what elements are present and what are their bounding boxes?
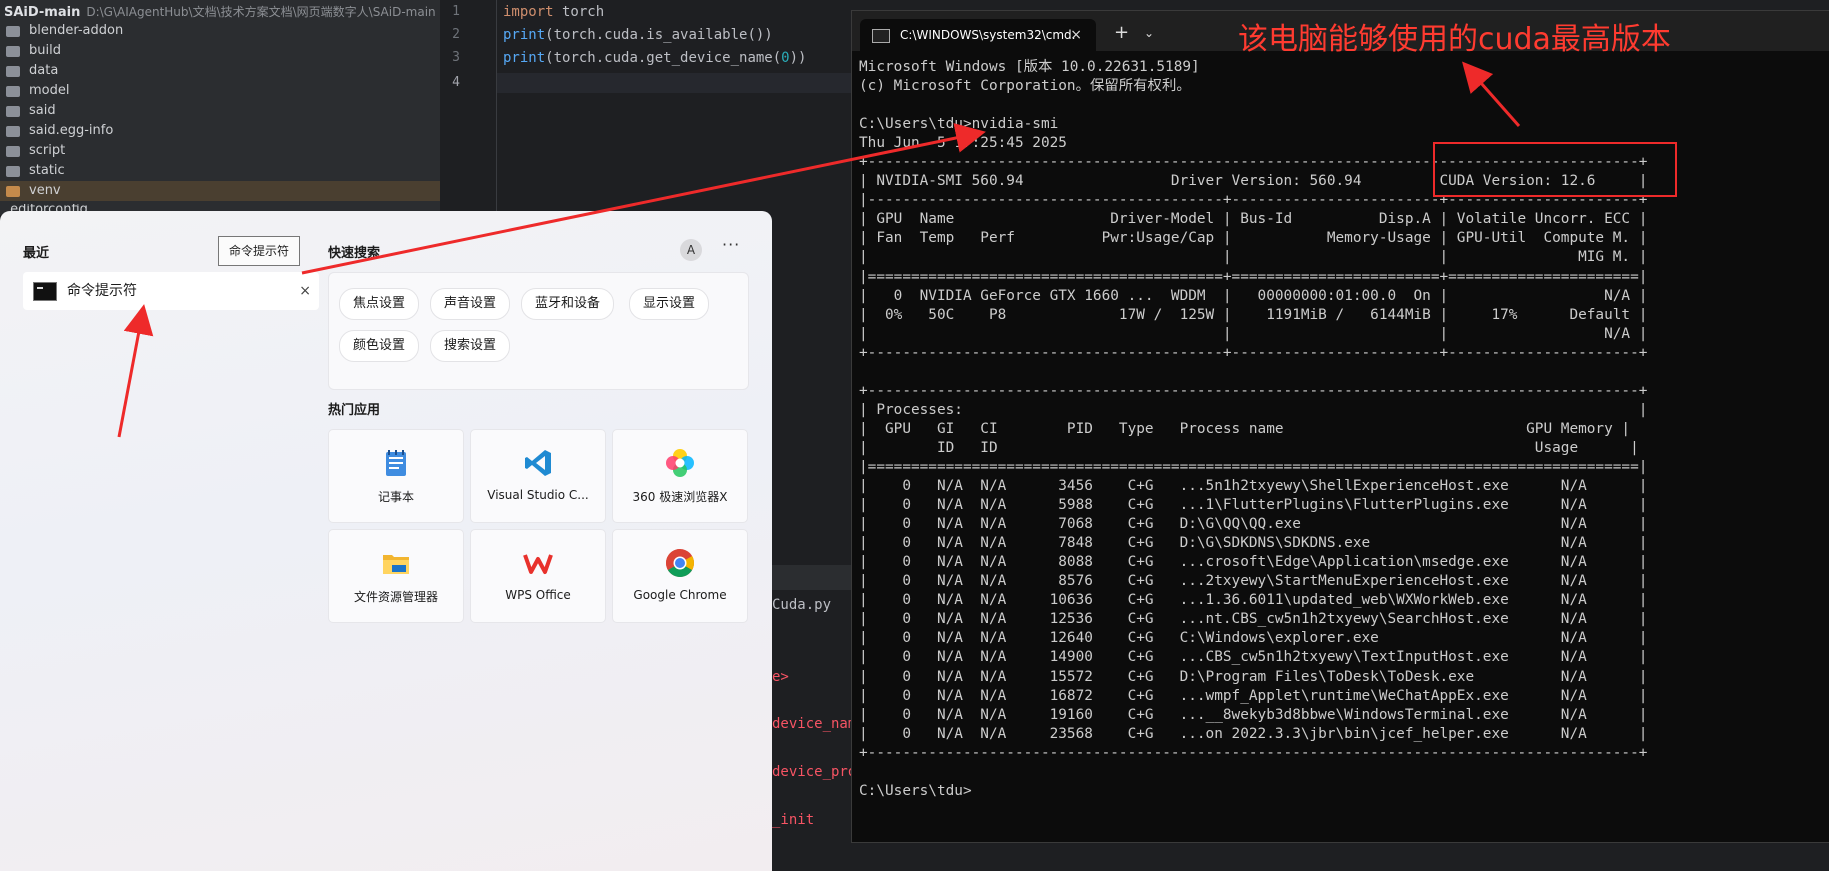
annotation-arrows <box>117 61 1521 438</box>
arrow-to-command <box>301 123 986 275</box>
arrow-to-recent-item <box>117 304 154 438</box>
arrow-to-caption <box>1462 61 1521 127</box>
